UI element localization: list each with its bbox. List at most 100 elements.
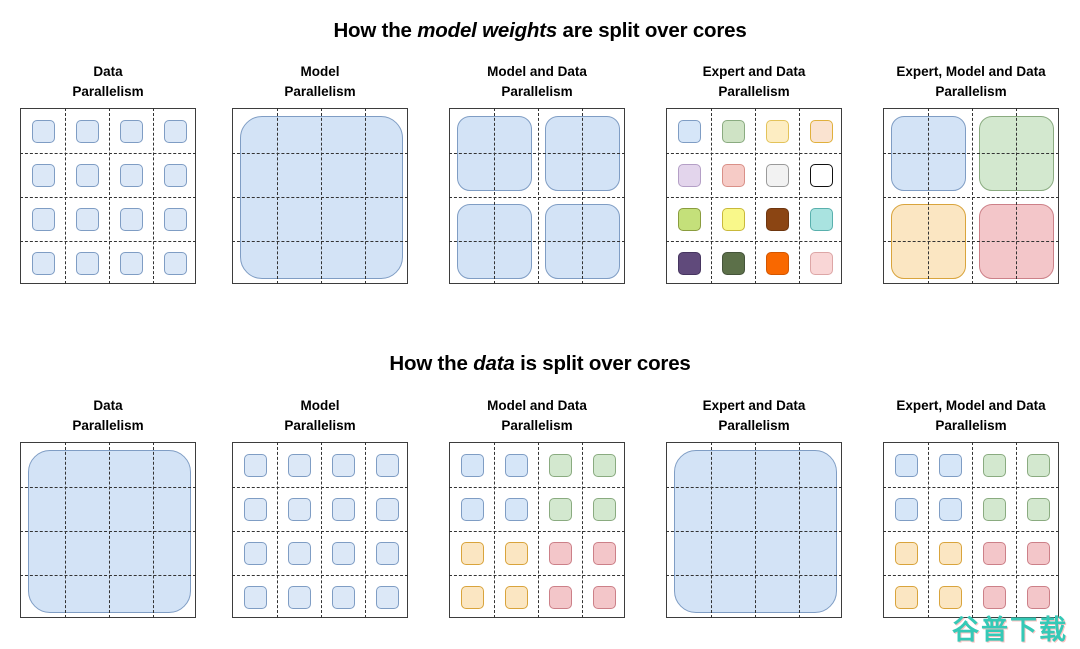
core-cell [548,497,572,521]
grid-line-vertical [1016,442,1017,618]
core-cell [677,251,701,275]
core-cell [375,453,399,477]
core-cell [75,163,99,187]
grid-line-horizontal [883,575,1059,576]
core-cell [163,163,187,187]
core-cell [809,207,833,231]
core-cell [31,163,55,187]
core-cell [809,163,833,187]
title-data-suffix: is split over cores [514,352,691,375]
grid-line-vertical [711,442,712,618]
cell-layer [884,109,1058,283]
grid-line-horizontal [232,153,408,154]
core-cell [331,453,355,477]
core-cell [375,585,399,609]
cell-layer [233,109,407,283]
core-grid [20,442,196,618]
core-cell [894,453,918,477]
grid-line-horizontal [20,575,196,576]
core-cell [163,119,187,143]
core-cell [331,585,355,609]
core-cell [287,541,311,565]
core-cell [982,497,1006,521]
core-cell [982,585,1006,609]
core-cell [938,497,962,521]
grid-line-horizontal [20,197,196,198]
panel-row-weights: Data Parallelism Model Parallelism Model a… [0,62,1080,312]
core-cell [765,163,789,187]
section-title-weights: How the model weights are split over cor… [0,19,1080,43]
core-cell [31,207,55,231]
core-cell [460,585,484,609]
core-cell [677,163,701,187]
grid-line-vertical [65,108,66,284]
panel-weights-2: Model and Data Parallelism [434,62,640,312]
title-weights-suffix: are split over cores [557,19,747,42]
grid-line-horizontal [449,575,625,576]
core-grid [666,108,842,284]
grid-line-horizontal [449,241,625,242]
cell-layer [667,443,841,617]
grid-line-vertical [582,108,583,284]
panel-weights-4: Expert, Model and Data Parallelism [868,62,1074,312]
cell-layer [884,443,1058,617]
cell-layer [21,443,195,617]
grid-line-horizontal [666,575,842,576]
grid-line-horizontal [20,153,196,154]
panel-weights-3: Expert and Data Parallelism [651,62,857,312]
grid-line-vertical [65,442,66,618]
panel-header: Data Parallelism [72,64,144,99]
title-data-emphasis: data [473,352,515,375]
grid-line-vertical [1016,108,1017,284]
cell-layer [450,443,624,617]
core-cell [243,585,267,609]
section-title-data: How the data is split over cores [0,352,1080,376]
grid-line-horizontal [883,531,1059,532]
panel-weights-1: Model Parallelism [217,62,423,312]
grid-line-vertical [153,108,154,284]
core-cell [504,585,528,609]
cell-layer [667,109,841,283]
core-cell [119,119,143,143]
grid-line-vertical [365,442,366,618]
core-cell [592,541,616,565]
grid-line-vertical [972,442,973,618]
panel-header: Expert, Model and Data Parallelism [896,64,1046,99]
grid-line-horizontal [883,153,1059,154]
core-cell [75,207,99,231]
core-cell [548,585,572,609]
panel-header: Expert, Model and Data Parallelism [896,398,1046,433]
core-cell [677,119,701,143]
core-cell [809,119,833,143]
grid-line-vertical [109,442,110,618]
core-cell [548,453,572,477]
grid-line-vertical [321,108,322,284]
core-cell [548,541,572,565]
core-grid [449,108,625,284]
cell-layer [233,443,407,617]
grid-line-vertical [277,442,278,618]
core-cell [677,207,701,231]
core-cell [1026,541,1050,565]
core-cell [894,541,918,565]
cell-layer [21,109,195,283]
core-cell [31,119,55,143]
grid-line-horizontal [232,575,408,576]
grid-line-vertical [538,108,539,284]
panel-header: Model Parallelism [284,398,356,433]
core-cell [460,453,484,477]
core-grid [883,108,1059,284]
core-cell [504,453,528,477]
core-cell [982,541,1006,565]
grid-line-horizontal [20,487,196,488]
title-weights-prefix: How the [333,19,418,42]
panel-header: Expert and Data Parallelism [702,398,806,433]
watermark-text: 谷普下载 [952,615,1068,646]
core-cell [721,207,745,231]
panel-header: Model and Data Parallelism [487,398,587,433]
grid-line-horizontal [232,197,408,198]
grid-line-horizontal [232,487,408,488]
core-cell [809,251,833,275]
grid-line-vertical [755,442,756,618]
core-cell [287,497,311,521]
